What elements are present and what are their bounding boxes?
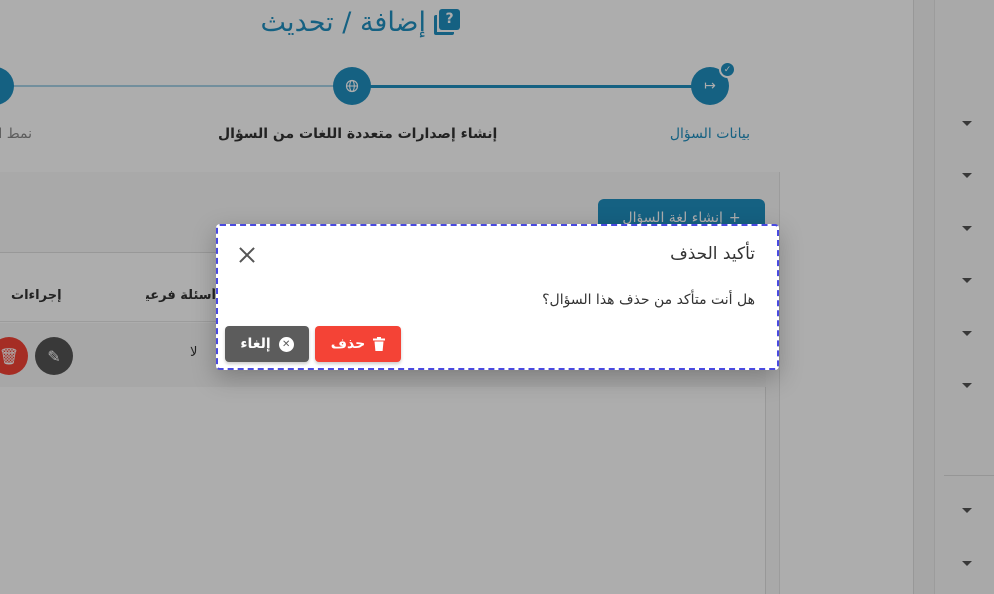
delete-button[interactable]: حذف — [315, 326, 401, 362]
dialog-title: تأكيد الحذف — [670, 244, 755, 264]
confirm-delete-dialog: تأكيد الحذف هل أنت متأكد من حذف هذا السؤ… — [216, 224, 779, 370]
cancel-button[interactable]: ✕ إلغاء — [225, 326, 309, 362]
delete-button-label: حذف — [330, 336, 366, 352]
trash-icon — [373, 337, 386, 351]
close-icon[interactable] — [238, 246, 256, 264]
cancel-button-label: إلغاء — [240, 336, 271, 352]
close-circle-icon: ✕ — [278, 336, 294, 352]
dialog-message: هل أنت متأكد من حذف هذا السؤال؟ — [542, 292, 755, 308]
